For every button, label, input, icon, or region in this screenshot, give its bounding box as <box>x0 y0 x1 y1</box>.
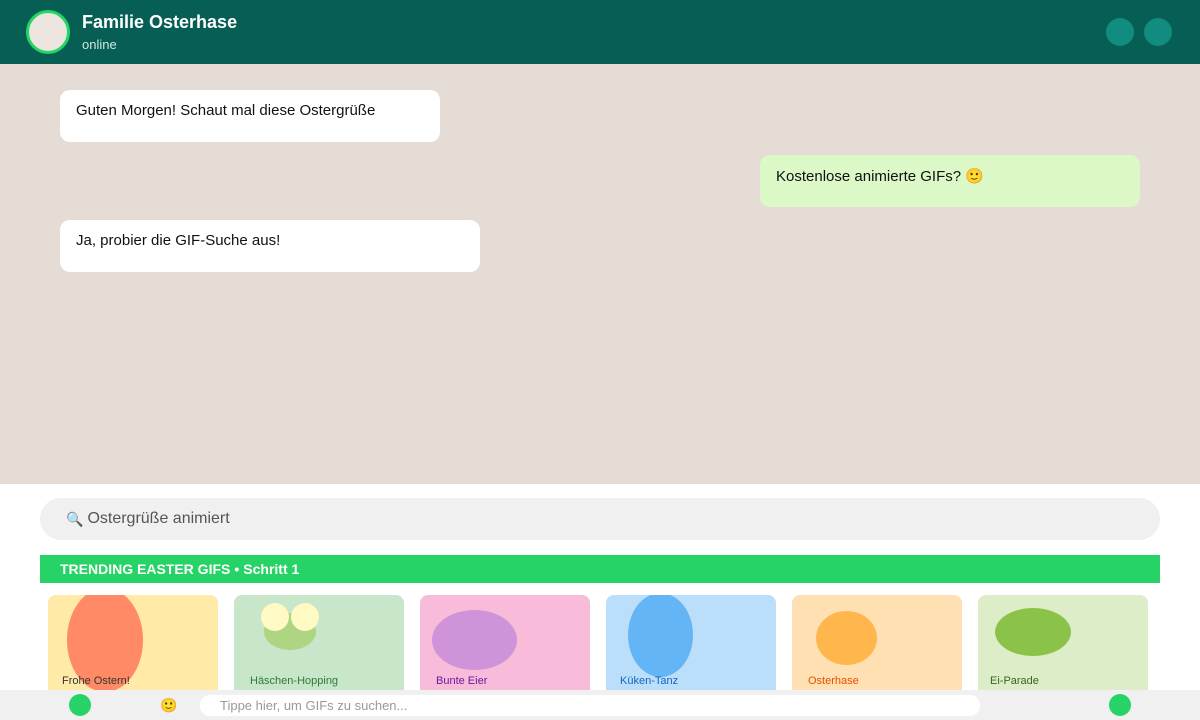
gif-caption: Küken-Tanz <box>620 675 679 687</box>
attach-button[interactable] <box>69 694 91 716</box>
gif-tile-kueken-tanz[interactable]: Küken-Tanz <box>606 595 776 705</box>
gif-caption: Häschen-Hopping <box>250 675 339 687</box>
trending-title: TRENDING EASTER GIFS <box>60 561 231 577</box>
gif-tile-ei-parade[interactable]: Ei-Parade <box>978 595 1148 705</box>
gif-tile-haeschen-hopping[interactable]: Häschen-Hopping <box>234 595 404 705</box>
trending-separator: • <box>234 561 240 577</box>
message-text: Guten Morgen! Schaut mal diese Ostergrüß… <box>76 102 376 119</box>
header-action-button-1[interactable] <box>1106 18 1134 46</box>
group-avatar[interactable] <box>26 10 70 54</box>
send-button[interactable] <box>1109 694 1131 716</box>
gif-tile-osterhase[interactable]: Osterhase <box>792 595 962 705</box>
message-bubble-incoming[interactable]: Guten Morgen! Schaut mal diese Ostergrüß… <box>60 90 440 142</box>
gif-search-query: Ostergrüße animiert <box>87 510 230 527</box>
chat-area: Guten Morgen! Schaut mal diese Ostergrüß… <box>0 64 1200 484</box>
gif-caption: Frohe Ostern! <box>62 675 130 687</box>
gif-tile-frohe-ostern[interactable]: Frohe Ostern! <box>48 595 218 705</box>
chick-icon <box>628 595 693 677</box>
emoji-icon[interactable]: 🙂 <box>160 696 177 714</box>
gif-tile-bunte-eier[interactable]: Bunte Eier <box>420 595 590 705</box>
chat-header: Familie Osterhase online <box>0 0 1200 64</box>
chat-title[interactable]: Familie Osterhase <box>82 12 237 33</box>
message-text: Kostenlose animierte GIFs? 🙂 <box>776 168 984 185</box>
gif-caption: Osterhase <box>808 675 859 687</box>
trending-header: TRENDING EASTER GIFS • Schritt 1 <box>40 555 1160 583</box>
gif-caption: Ei-Parade <box>990 675 1039 687</box>
easter-bunny-icon <box>816 611 877 665</box>
colored-eggs-icon <box>432 610 517 670</box>
egg-parade-icon <box>995 608 1071 656</box>
gif-panel: 🔍 Ostergrüße animiert TRENDING EASTER GI… <box>0 484 1200 705</box>
gif-caption: Bunte Eier <box>436 675 488 687</box>
message-input[interactable] <box>200 695 980 716</box>
message-input-bar: 🙂 <box>0 690 1200 720</box>
message-text: Ja, probier die GIF-Suche aus! <box>76 232 281 249</box>
message-bubble-incoming[interactable]: Ja, probier die GIF-Suche aus! <box>60 220 480 272</box>
bunny-ear-left-icon <box>261 603 289 631</box>
message-bubble-outgoing[interactable]: Kostenlose animierte GIFs? 🙂 <box>760 155 1140 207</box>
gif-search-field[interactable]: 🔍 Ostergrüße animiert <box>40 498 1160 540</box>
step-label: Schritt 1 <box>243 561 300 577</box>
search-icon: 🔍 <box>66 510 84 527</box>
bunny-ear-right-icon <box>291 603 319 631</box>
header-action-button-2[interactable] <box>1144 18 1172 46</box>
chat-status: online <box>82 37 117 52</box>
